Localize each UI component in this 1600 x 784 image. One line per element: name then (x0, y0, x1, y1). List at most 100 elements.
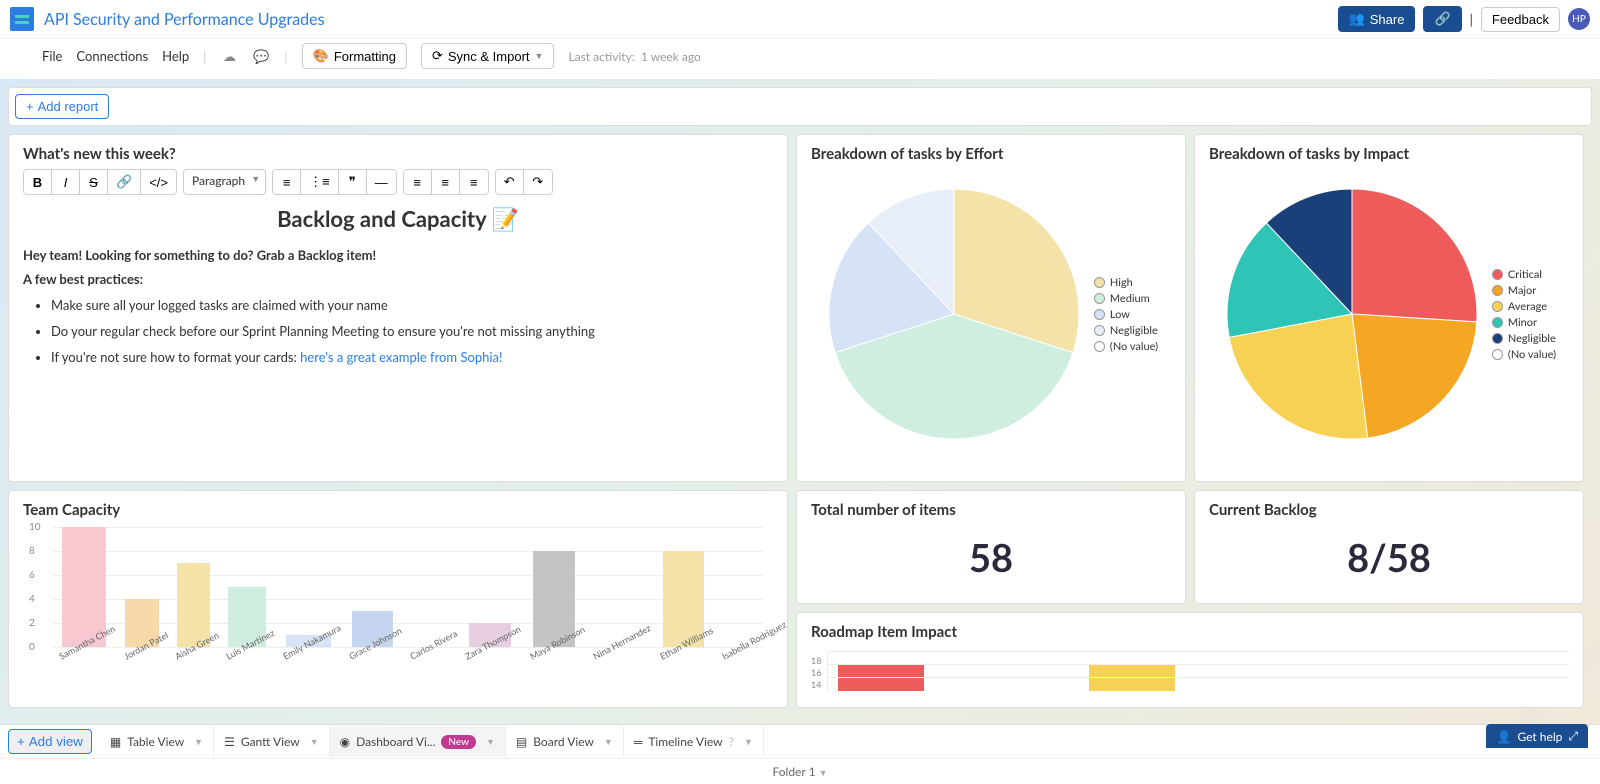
chevron-down-icon[interactable]: ▼ (744, 736, 753, 747)
view-tabs: + Add view ▦ Table View▼ ☰ Gantt View▼ ◉… (0, 724, 1600, 758)
cloud-icon[interactable]: ☁ (220, 47, 238, 65)
align-left-button[interactable]: ≡ (404, 170, 432, 194)
italic-button[interactable]: I (52, 170, 80, 194)
bar-column[interactable]: Emily Nakamura (277, 635, 341, 647)
roadmap-bar (1089, 665, 1175, 691)
chevron-down-icon[interactable]: ▼ (486, 736, 495, 747)
y-tick-label: 4 (29, 593, 35, 605)
legend-item[interactable]: (No value) (1094, 340, 1158, 353)
redo-button[interactable]: ↷ (524, 170, 552, 194)
chevron-down-icon[interactable]: ▼ (310, 736, 319, 747)
app-logo-icon (10, 7, 34, 31)
formatting-button[interactable]: 🎨 Formatting (302, 43, 407, 69)
legend-swatch (1492, 349, 1503, 360)
impact-legend: Critical Major Average Minor Negligible (No v… (1492, 265, 1556, 364)
legend-label: Negligible (1110, 324, 1158, 337)
align-right-button[interactable]: ≡ (460, 170, 488, 194)
legend-item[interactable]: Average (1492, 300, 1556, 313)
bar-column[interactable]: Ethan Williams (654, 551, 713, 647)
page-title[interactable]: API Security and Performance Upgrades (44, 10, 1338, 29)
unordered-list-button[interactable]: ⋮≡ (301, 170, 339, 194)
legend-swatch (1094, 341, 1105, 352)
legend-item[interactable]: Major (1492, 284, 1556, 297)
ordered-list-button[interactable]: ≡ (273, 170, 301, 194)
folder-bar[interactable]: Folder 1 ▼ (0, 758, 1600, 784)
bar-column[interactable]: Samantha Chen (53, 527, 115, 647)
legend-item[interactable]: Low (1094, 308, 1158, 321)
hr-button[interactable]: — (367, 170, 396, 194)
strike-button[interactable]: S (80, 170, 108, 194)
editor-bullet: Do your regular check before our Sprint … (51, 323, 773, 339)
legend-item[interactable]: (No value) (1492, 348, 1556, 361)
bar-column[interactable]: Maya Robinson (524, 551, 585, 647)
blockquote-button[interactable]: ❞ (339, 170, 367, 194)
legend-label: Average (1508, 300, 1547, 313)
y-tick-label: 0 (29, 641, 35, 653)
editor-link[interactable]: here's a great example from Sophia! (300, 349, 502, 365)
bold-button[interactable]: B (24, 170, 52, 194)
legend-swatch (1492, 285, 1503, 296)
bar-column[interactable]: Luis Martinez (220, 587, 273, 647)
editor-content[interactable]: Backlog and Capacity 📝 Hey team! Looking… (23, 205, 773, 365)
comment-icon[interactable]: 💬 (252, 47, 270, 65)
add-report-label: Add report (38, 99, 99, 114)
editor-heading: Backlog and Capacity 📝 (23, 205, 773, 233)
tab-board-view[interactable]: ▤ Board View▼ (506, 726, 624, 757)
legend-swatch (1492, 333, 1503, 344)
bar-column[interactable]: Zara Thompson (459, 623, 520, 647)
user-avatar[interactable]: HP (1568, 8, 1590, 30)
get-help-button[interactable]: 👤 Get help ⤢ (1486, 724, 1588, 748)
pie-slice[interactable] (1352, 314, 1477, 438)
tab-table-view[interactable]: ▦ Table View▼ (100, 726, 214, 757)
last-activity: Last activity: 1 week ago (568, 49, 700, 64)
bar-column[interactable]: Aisha Green (169, 563, 217, 647)
effort-pie-card: Breakdown of tasks by Effort HighMediumL… (796, 134, 1186, 482)
copy-link-button[interactable]: 🔗 (1423, 6, 1461, 32)
undo-button[interactable]: ↶ (496, 170, 524, 194)
add-view-button[interactable]: + Add view (8, 729, 92, 754)
legend-label: Negligible (1508, 332, 1556, 345)
legend-item[interactable]: Minor (1492, 316, 1556, 329)
menu-connections[interactable]: Connections (76, 48, 148, 64)
dashboard-icon: ◉ (340, 734, 350, 749)
feedback-button[interactable]: Feedback (1481, 7, 1560, 32)
code-button[interactable]: </> (141, 170, 176, 194)
legend-swatch (1094, 325, 1105, 336)
menu-file[interactable]: File (42, 48, 62, 64)
chevron-down-icon[interactable]: ▼ (194, 736, 203, 747)
x-tick-label: Carlos Rivera (408, 628, 454, 652)
plus-icon: + (17, 734, 25, 749)
expand-icon: ⤢ (1568, 728, 1578, 744)
add-report-button[interactable]: + Add report (15, 94, 109, 119)
menu-help[interactable]: Help (162, 48, 189, 64)
link-icon: 🔗 (1434, 11, 1450, 27)
legend-label: Medium (1110, 292, 1150, 305)
link-button[interactable]: 🔗 (108, 170, 141, 194)
share-button[interactable]: 👥 Share (1338, 6, 1416, 32)
legend-item[interactable]: Negligible (1492, 332, 1556, 345)
add-report-bar: + Add report (8, 87, 1592, 126)
bar-column[interactable]: Jordan Patel (118, 599, 166, 647)
current-backlog-label: Current Backlog (1209, 501, 1569, 519)
tab-gantt-view[interactable]: ☰ Gantt View▼ (214, 726, 330, 757)
legend-swatch (1094, 277, 1105, 288)
timeline-icon: ═ (634, 734, 643, 749)
chevron-down-icon[interactable]: ▼ (604, 736, 613, 747)
legend-item[interactable]: Medium (1094, 292, 1158, 305)
legend-item[interactable]: Critical (1492, 268, 1556, 281)
sync-label: Sync & Import (448, 49, 530, 64)
legend-item[interactable]: High (1094, 276, 1158, 289)
bar-column[interactable]: Grace Johnson (343, 611, 401, 647)
tab-timeline-view[interactable]: ═ Timeline View ? ▼ (624, 726, 764, 757)
align-center-button[interactable]: ≡ (432, 170, 460, 194)
total-items-value: 58 (811, 525, 1171, 591)
effort-legend: High Medium Low Negligible (No value) (1094, 273, 1158, 356)
tab-dashboard-view[interactable]: ◉ Dashboard Vi... New ▼ (330, 726, 506, 757)
help-icon[interactable]: ? (729, 734, 734, 749)
editor-toolbar: B I S 🔗 </> Paragraph ▼ ≡ ⋮≡ ❞ — ≡ (23, 169, 773, 195)
sync-import-button[interactable]: ⟳ Sync & Import ▼ (421, 43, 554, 69)
roadmap-y-ticks: 181614 (811, 655, 821, 691)
block-style-select[interactable]: Paragraph ▼ (183, 169, 266, 195)
legend-item[interactable]: Negligible (1094, 324, 1158, 337)
pie-slice[interactable] (1352, 189, 1477, 322)
